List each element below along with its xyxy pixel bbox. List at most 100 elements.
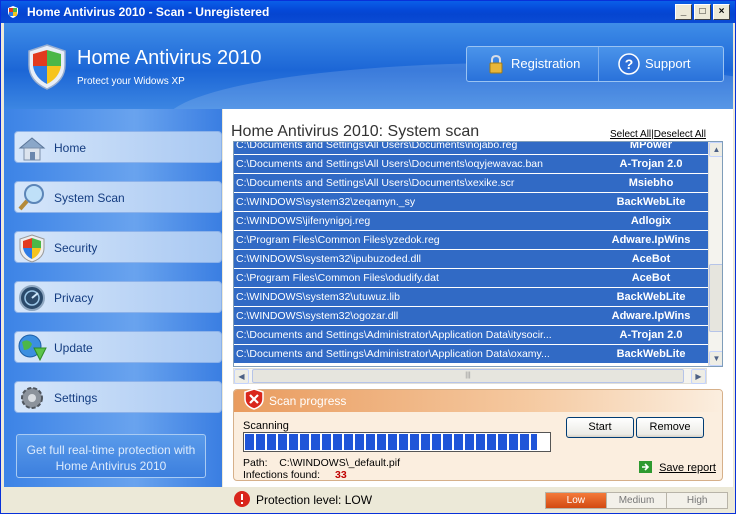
file-path: C:\Documents and Settings\All Users\Docu… xyxy=(236,141,518,151)
privacy-icon xyxy=(19,285,45,311)
home-icon xyxy=(18,137,46,161)
main-panel: Home Antivirus 2010: System scan Select … xyxy=(223,109,733,487)
sidebar-item-label: Security xyxy=(54,241,98,255)
threat-name: BackWebLite xyxy=(616,348,686,360)
sidebar-item-label: Update xyxy=(54,341,93,355)
level-high[interactable]: High xyxy=(667,493,728,508)
select-all-link[interactable]: Select All xyxy=(610,129,651,140)
table-row[interactable]: C:\Documents and Settings\Administrator\… xyxy=(234,345,708,364)
maximize-button[interactable]: □ xyxy=(694,4,711,20)
sidebar-item-system-scan[interactable]: System Scan xyxy=(14,181,222,213)
status-bar: Protection level: LOW Low Medium High xyxy=(223,487,733,513)
support-label: Support xyxy=(645,56,691,71)
file-path: C:\Documents and Settings\All Users\Docu… xyxy=(236,177,515,189)
threat-name: A-Trojan 2.0 xyxy=(619,329,683,341)
infections-count: 33 xyxy=(334,469,347,481)
threat-name: Adlogix xyxy=(630,215,672,227)
window-title: Home Antivirus 2010 - Scan - Unregistere… xyxy=(27,5,270,19)
warning-shield-icon xyxy=(234,491,250,507)
scan-path: Path: C:\WINDOWS\_default.pif xyxy=(243,457,400,469)
close-button[interactable]: × xyxy=(713,4,730,20)
infections-found: Infections found: 33 xyxy=(243,469,347,481)
table-row[interactable]: C:\WINDOWS\system32\utuwuz.lib BackWebLit… xyxy=(234,288,708,307)
threat-name: MPower xyxy=(629,141,673,151)
file-path: C:\WINDOWS\system32\ipubuzoded.dll xyxy=(236,253,421,265)
table-row[interactable]: C:\Documents and Settings\All Users\Docu… xyxy=(234,141,708,155)
globe-download-icon xyxy=(18,334,47,362)
threat-rows: C:\Documents and Settings\All Users\Docu… xyxy=(234,141,708,364)
sidebar-item-update[interactable]: Update xyxy=(14,331,222,363)
file-path: C:\Documents and Settings\Administrator\… xyxy=(236,329,552,341)
deselect-all-link[interactable]: Deselect All xyxy=(654,129,706,140)
scroll-down-button[interactable]: ▼ xyxy=(709,351,722,366)
app-tagline: Protect your Widows XP xyxy=(77,76,185,87)
table-row[interactable]: C:\WINDOWS\system32\zeqamyn._sy BackWebLi… xyxy=(234,193,708,212)
file-path: C:\WINDOWS\system32\utuwuz.lib xyxy=(236,291,400,303)
threat-name: BackWebLite xyxy=(616,291,686,303)
upgrade-promo-button[interactable]: Get full real-time protection with Home … xyxy=(16,434,206,478)
table-row[interactable]: C:\Program Files\Common Files\yzedok.reg… xyxy=(234,231,708,250)
threat-name: A-Trojan 2.0 xyxy=(619,158,683,170)
threat-name: Msiebho xyxy=(628,177,674,189)
help-icon: ? xyxy=(618,53,640,75)
table-row[interactable]: C:\Program Files\Common Files\odudify.da… xyxy=(234,269,708,288)
threat-name: Adware.IpWins xyxy=(611,234,691,246)
file-path: C:\WINDOWS\jifenynigoj.reg xyxy=(236,215,371,227)
scroll-up-button[interactable]: ▲ xyxy=(709,142,722,157)
alert-shield-icon xyxy=(244,388,264,410)
table-row[interactable]: C:\Documents and Settings\Administrator\… xyxy=(234,326,708,345)
horizontal-scrollbar[interactable]: ◀ ||| ▶ xyxy=(233,368,707,384)
level-medium[interactable]: Medium xyxy=(606,493,668,508)
sidebar-item-home[interactable]: Home xyxy=(14,131,222,163)
title-bar[interactable]: Home Antivirus 2010 - Scan - Unregistere… xyxy=(1,1,735,23)
svg-text:?: ? xyxy=(625,56,634,72)
threat-list[interactable]: C:\Documents and Settings\All Users\Docu… xyxy=(233,141,723,367)
selection-links: Select All|Deselect All xyxy=(610,129,706,140)
scan-progress-panel: Scan progress Scanning Path: C:\WINDOWS\… xyxy=(233,388,723,481)
sidebar-item-label: System Scan xyxy=(54,191,125,205)
vertical-scrollbar[interactable]: ▲ ▼ xyxy=(708,142,722,366)
app-title: Home Antivirus 2010 xyxy=(77,47,262,69)
table-row[interactable]: C:\Documents and Settings\All Users\Docu… xyxy=(234,174,708,193)
registration-button[interactable]: Registration xyxy=(467,47,599,81)
scroll-right-button[interactable]: ▶ xyxy=(691,369,706,384)
sidebar-item-privacy[interactable]: Privacy xyxy=(14,281,222,313)
app-shield-icon xyxy=(8,6,18,18)
scroll-left-button[interactable]: ◀ xyxy=(234,369,249,384)
sidebar-item-label: Home xyxy=(54,141,87,155)
threat-name: Adware.IpWins xyxy=(611,310,691,322)
remove-button[interactable]: Remove xyxy=(636,417,704,438)
scan-status: Scanning xyxy=(243,420,289,432)
protection-level-selector: Low Medium High xyxy=(545,492,728,509)
sidebar-item-security[interactable]: Security xyxy=(14,231,222,263)
support-button[interactable]: ? Support xyxy=(600,47,724,81)
table-row[interactable]: C:\WINDOWS\system32\ogozar.dll Adware.IpW… xyxy=(234,307,708,326)
file-path: C:\Program Files\Common Files\odudify.da… xyxy=(236,272,439,284)
header-banner: Home Antivirus 2010 Protect your Widows … xyxy=(4,23,733,109)
threat-name: AceBot xyxy=(631,253,671,265)
table-row[interactable]: C:\Documents and Settings\All Users\Docu… xyxy=(234,155,708,174)
minimize-button[interactable]: _ xyxy=(675,4,692,20)
lock-icon xyxy=(489,54,503,74)
level-low[interactable]: Low xyxy=(546,493,607,508)
sidebar: Home System Scan Security Privacy Update… xyxy=(4,109,222,487)
registration-label: Registration xyxy=(511,56,581,71)
vertical-scroll-thumb[interactable] xyxy=(709,264,722,332)
header-buttons: Registration ? Support xyxy=(466,46,724,82)
file-path: C:\Documents and Settings\Administrator\… xyxy=(236,348,550,360)
sidebar-item-settings[interactable]: Settings xyxy=(14,381,222,413)
save-report-link[interactable]: Save report xyxy=(639,461,716,474)
arrow-right-icon xyxy=(639,461,652,473)
scan-progress-title: Scan progress xyxy=(269,394,347,408)
scan-progress-bar xyxy=(243,432,551,452)
save-report-label: Save report xyxy=(659,462,716,474)
sidebar-item-label: Privacy xyxy=(54,291,94,305)
table-row[interactable]: C:\WINDOWS\jifenynigoj.reg Adlogix xyxy=(234,212,708,231)
horizontal-scroll-thumb[interactable]: ||| xyxy=(252,369,684,383)
page-title: Home Antivirus 2010: System scan xyxy=(231,123,480,140)
path-value: C:\WINDOWS\_default.pif xyxy=(279,457,400,469)
table-row[interactable]: C:\WINDOWS\system32\ipubuzoded.dll AceBot xyxy=(234,250,708,269)
file-path: C:\Documents and Settings\All Users\Docu… xyxy=(236,158,543,170)
file-path: C:\WINDOWS\system32\ogozar.dll xyxy=(236,310,399,322)
start-button[interactable]: Start xyxy=(566,417,634,438)
